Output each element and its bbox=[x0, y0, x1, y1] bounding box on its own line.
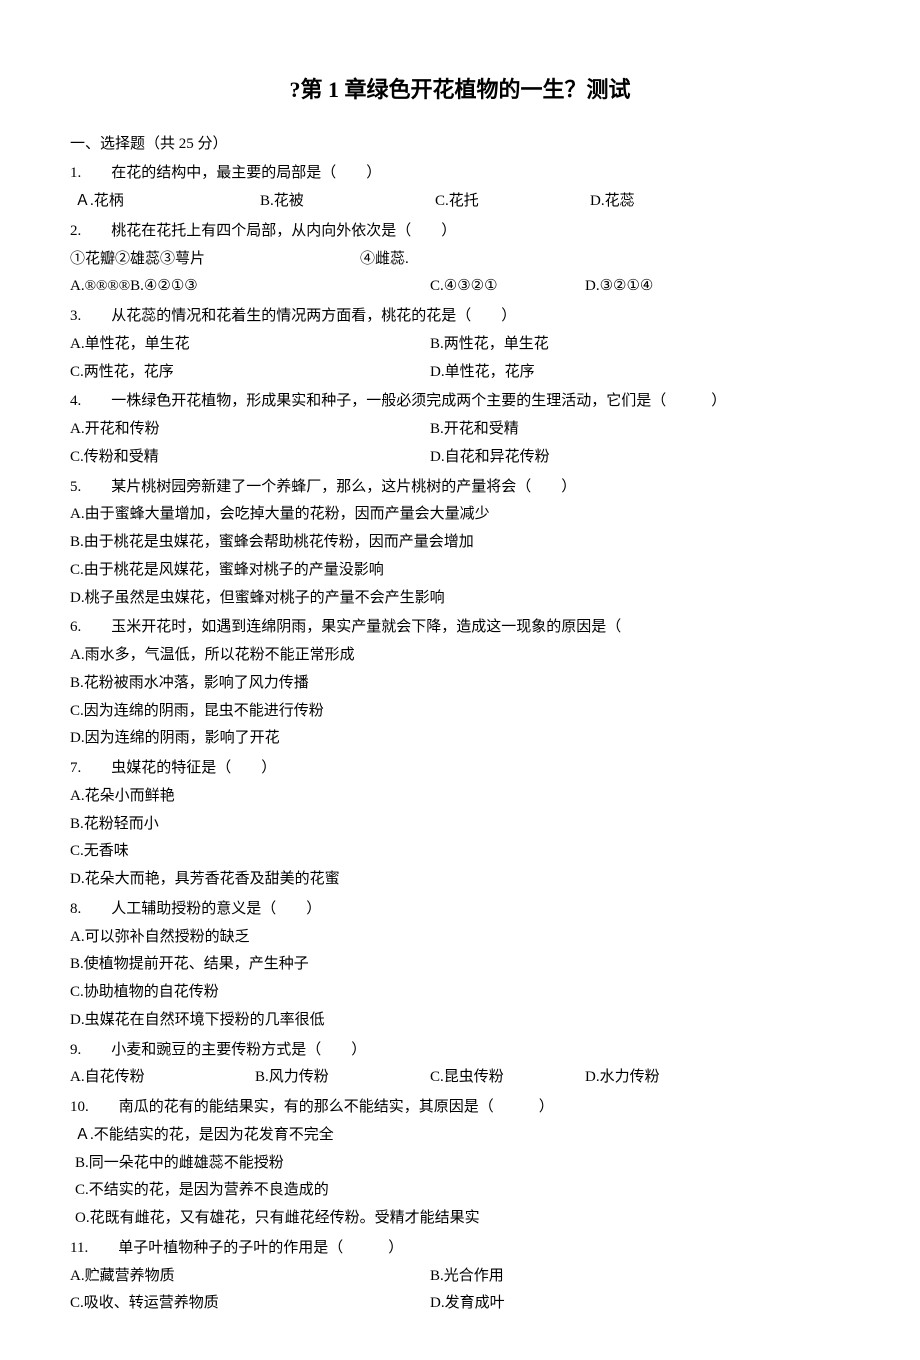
option-b: B.两性花，单生花 bbox=[430, 331, 790, 359]
option-b: B.花粉轻而小 bbox=[70, 811, 850, 839]
question-4: 4. 一株绿色开花植物，形成果实和种子，一般必须完成两个主要的生理活动，它们是（… bbox=[70, 388, 850, 471]
options-row-2: C.两性花，花序 D.单性花，花序 bbox=[70, 359, 850, 387]
options-row-2: C.传粉和受精 D.自花和异花传粉 bbox=[70, 444, 850, 472]
option-a: Ａ.不能结实的花，是因为花发育不完全 bbox=[75, 1122, 850, 1150]
q-number: 5. bbox=[70, 474, 81, 502]
question-3: 3. 从花蕊的情况和花着生的情况两方面看，桃花的花是（ ） A.单性花，单生花 … bbox=[70, 303, 850, 386]
option-d: D.③②①④ bbox=[585, 273, 653, 301]
option-a: A.开花和传粉 bbox=[70, 416, 430, 444]
option-d: D.花蕊 bbox=[590, 188, 635, 216]
options: A.花朵小而鲜艳 B.花粉轻而小 C.无香味 D.花朵大而艳，具芳香花香及甜美的… bbox=[70, 783, 850, 894]
option-o: O.花既有雌花，又有雄花，只有雌花经传粉。受精才能结果实 bbox=[75, 1205, 850, 1233]
option-c: C.由于桃花是风媒花，蜜蜂对桃子的产量没影响 bbox=[70, 557, 850, 585]
options: A.可以弥补自然授粉的缺乏 B.使植物提前开花、结果，产生种子 C.协助植物的自… bbox=[70, 924, 850, 1035]
options: A.雨水多，气温低，所以花粉不能正常形成 B.花粉被雨水冲落，影响了风力传播 C… bbox=[70, 642, 850, 753]
q-stem-text: 玉米开花时，如遇到连绵阴雨，果实产量就会下降，造成这一现象的原因是（ bbox=[111, 619, 621, 635]
q-number: 1. bbox=[70, 160, 81, 188]
section-header: 一、选择题（共 25 分） bbox=[70, 131, 850, 159]
option-b: B.使植物提前开花、结果，产生种子 bbox=[70, 951, 850, 979]
q-stem-text: 在花的结构中，最主要的局部是（ ） bbox=[111, 165, 381, 181]
q-stem-text: 单子叶植物种子的子叶的作用是（ ） bbox=[118, 1240, 403, 1256]
options: A.®®®®B.④②①③ C.④③②① D.③②①④ bbox=[70, 273, 850, 301]
question-1: 1. 在花的结构中，最主要的局部是（ ） Ａ.花柄 B.花被 C.花托 D.花蕊 bbox=[70, 160, 850, 216]
question-8: 8. 人工辅助授粉的意义是（ ） A.可以弥补自然授粉的缺乏 B.使植物提前开花… bbox=[70, 896, 850, 1035]
option-c: C.吸收、转运营养物质 bbox=[70, 1290, 430, 1318]
question-11: 11. 单子叶植物种子的子叶的作用是（ ） A.贮藏营养物质 B.光合作用 C.… bbox=[70, 1235, 850, 1318]
options: Ａ.花柄 B.花被 C.花托 D.花蕊 bbox=[70, 188, 850, 216]
q-stem-text: 人工辅助授粉的意义是（ ） bbox=[111, 901, 321, 917]
option-d: D.桃子虽然是虫媒花，但蜜蜂对桃子的产量不会产生影响 bbox=[70, 585, 850, 613]
q-number: 11. bbox=[70, 1235, 88, 1263]
circled-items: ①花瓣②雄蕊③萼片 ④雌蕊. bbox=[70, 246, 850, 274]
q-number: 6. bbox=[70, 614, 81, 642]
option-d: D.花朵大而艳，具芳香花香及甜美的花蜜 bbox=[70, 866, 850, 894]
q-stem-text: 南瓜的花有的能结果实，有的那么不能结实，其原因是（ ） bbox=[119, 1099, 554, 1115]
option-a: A.单性花，单生花 bbox=[70, 331, 430, 359]
options-row-1: A.单性花，单生花 B.两性花，单生花 bbox=[70, 331, 850, 359]
q-stem-text: 小麦和豌豆的主要传粉方式是（ ） bbox=[111, 1042, 366, 1058]
option-a: A.自花传粉 bbox=[70, 1064, 255, 1092]
option-b: B.同一朵花中的雌雄蕊不能授粉 bbox=[75, 1150, 850, 1178]
q-number: 4. bbox=[70, 388, 81, 416]
option-d: D.因为连绵的阴雨，影响了开花 bbox=[70, 725, 850, 753]
q-number: 7. bbox=[70, 755, 81, 783]
option-a: Ａ.花柄 bbox=[75, 188, 260, 216]
q-number: 9. bbox=[70, 1037, 81, 1065]
question-5: 5. 某片桃树园旁新建了一个养蜂厂，那么，这片桃树的产量将会（ ） A.由于蜜蜂… bbox=[70, 474, 850, 613]
q-stem-text: 桃花在花托上有四个局部，从内向外依次是（ ） bbox=[111, 223, 456, 239]
option-c: C.④③②① bbox=[430, 273, 585, 301]
option-c: C.无香味 bbox=[70, 838, 850, 866]
option-d: D.单性花，花序 bbox=[430, 359, 790, 387]
option-a: A.贮藏营养物质 bbox=[70, 1263, 430, 1291]
option-a: A.由于蜜蜂大量增加，会吃掉大量的花粉，因而产量会大量减少 bbox=[70, 501, 850, 529]
option-b: B.由于桃花是虫媒花，蜜蜂会帮助桃花传粉，因而产量会增加 bbox=[70, 529, 850, 557]
q-stem-text: 虫媒花的特征是（ ） bbox=[111, 760, 276, 776]
page-title: ?第 1 章绿色开花植物的一生？测试 bbox=[70, 70, 850, 111]
option-a: A.花朵小而鲜艳 bbox=[70, 783, 850, 811]
option-d: D.水力传粉 bbox=[585, 1064, 660, 1092]
option-d: D.自花和异花传粉 bbox=[430, 444, 790, 472]
q-number: 3. bbox=[70, 303, 81, 331]
options: Ａ.不能结实的花，是因为花发育不完全 B.同一朵花中的雌雄蕊不能授粉 C.不结实… bbox=[70, 1122, 850, 1233]
question-6: 6. 玉米开花时，如遇到连绵阴雨，果实产量就会下降，造成这一现象的原因是（ A.… bbox=[70, 614, 850, 753]
question-2: 2. 桃花在花托上有四个局部，从内向外依次是（ ） ①花瓣②雄蕊③萼片 ④雌蕊.… bbox=[70, 218, 850, 301]
options: A.由于蜜蜂大量增加，会吃掉大量的花粉，因而产量会大量减少 B.由于桃花是虫媒花… bbox=[70, 501, 850, 612]
q-number: 2. bbox=[70, 218, 81, 246]
question-9: 9. 小麦和豌豆的主要传粉方式是（ ） A.自花传粉 B.风力传粉 C.昆虫传粉… bbox=[70, 1037, 850, 1093]
option-b: B.开花和受精 bbox=[430, 416, 790, 444]
question-10: 10. 南瓜的花有的能结果实，有的那么不能结实，其原因是（ ） Ａ.不能结实的花… bbox=[70, 1094, 850, 1233]
q-stem-text: 一株绿色开花植物，形成果实和种子，一般必须完成两个主要的生理活动，它们是（ ） bbox=[111, 393, 726, 409]
options-row-1: A.开花和传粉 B.开花和受精 bbox=[70, 416, 850, 444]
option-ab: A.®®®®B.④②①③ bbox=[70, 273, 430, 301]
option-b: B.花粉被雨水冲落，影响了风力传播 bbox=[70, 670, 850, 698]
option-b: B.风力传粉 bbox=[255, 1064, 430, 1092]
option-c: C.两性花，花序 bbox=[70, 359, 430, 387]
q-number: 8. bbox=[70, 896, 81, 924]
option-b: B.光合作用 bbox=[430, 1263, 790, 1291]
option-c: C.花托 bbox=[435, 188, 590, 216]
options-row-2: C.吸收、转运营养物质 D.发育成叶 bbox=[70, 1290, 850, 1318]
option-c: C.传粉和受精 bbox=[70, 444, 430, 472]
q-stem-text: 从花蕊的情况和花着生的情况两方面看，桃花的花是（ ） bbox=[111, 308, 516, 324]
option-c: C.因为连绵的阴雨，昆虫不能进行传粉 bbox=[70, 698, 850, 726]
option-a: A.雨水多，气温低，所以花粉不能正常形成 bbox=[70, 642, 850, 670]
option-d: D.发育成叶 bbox=[430, 1290, 790, 1318]
option-a: A.可以弥补自然授粉的缺乏 bbox=[70, 924, 850, 952]
option-c: C.协助植物的自花传粉 bbox=[70, 979, 850, 1007]
option-c: C.不结实的花，是因为营养不良造成的 bbox=[75, 1177, 850, 1205]
circled-part-a: ①花瓣②雄蕊③萼片 bbox=[70, 246, 360, 274]
question-7: 7. 虫媒花的特征是（ ） A.花朵小而鲜艳 B.花粉轻而小 C.无香味 D.花… bbox=[70, 755, 850, 894]
q-stem-text: 某片桃树园旁新建了一个养蜂厂，那么，这片桃树的产量将会（ ） bbox=[111, 479, 576, 495]
circled-part-b: ④雌蕊. bbox=[360, 246, 409, 274]
q-number: 10. bbox=[70, 1094, 89, 1122]
options: A.自花传粉 B.风力传粉 C.昆虫传粉 D.水力传粉 bbox=[70, 1064, 850, 1092]
option-c: C.昆虫传粉 bbox=[430, 1064, 585, 1092]
option-b: B.花被 bbox=[260, 188, 435, 216]
option-d: D.虫媒花在自然环境下授粉的几率很低 bbox=[70, 1007, 850, 1035]
options-row-1: A.贮藏营养物质 B.光合作用 bbox=[70, 1263, 850, 1291]
